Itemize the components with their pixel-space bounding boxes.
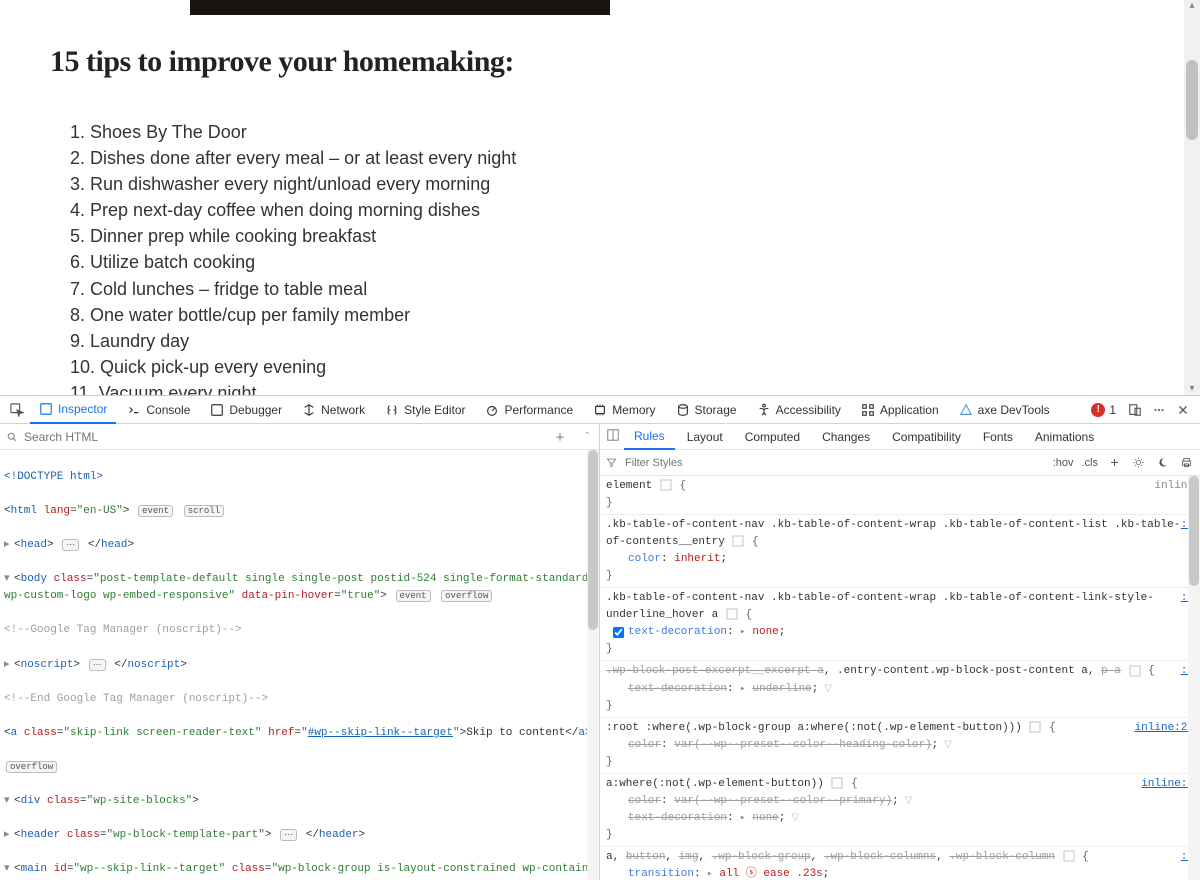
tab-inspector[interactable]: Inspector [30, 396, 116, 424]
list-item: Run dishwasher every night/unload every … [70, 171, 1150, 197]
rule-root-where[interactable]: inline:24 :root :where(.wp-block-group a… [600, 718, 1200, 774]
list-item: One water bottle/cup per family member [70, 302, 1150, 328]
subtab-fonts[interactable]: Fonts [973, 424, 1023, 450]
rules-scrollbar[interactable]: ▴ [1188, 476, 1200, 880]
funnel-icon[interactable]: ▽ [944, 738, 952, 754]
eyedropper-button[interactable] [575, 428, 593, 446]
hero-image [190, 0, 610, 15]
dark-mode-icon[interactable] [1154, 455, 1170, 471]
tab-accessibility[interactable]: Accessibility [748, 396, 850, 424]
subtab-rules[interactable]: Rules [624, 424, 675, 450]
subtab-compatibility[interactable]: Compatibility [882, 424, 971, 450]
inspector-markup-panel: <!DOCTYPE html> <html lang="en-US"> even… [0, 424, 600, 880]
tab-style-editor[interactable]: Style Editor [376, 396, 474, 424]
list-item: Dishes done after every meal – or at lea… [70, 145, 1150, 171]
rule-a-transition[interactable]: :2 a, button, img, .wp-block-group, .wp-… [600, 847, 1200, 880]
html-search-bar [0, 424, 599, 450]
filter-styles-input[interactable] [625, 457, 1045, 469]
subtab-layout[interactable]: Layout [677, 424, 733, 450]
list-item: Laundry day [70, 328, 1150, 354]
scrollbar-thumb[interactable] [1189, 476, 1199, 586]
scroll-down-arrow[interactable]: ▾ [1186, 383, 1198, 395]
rule-kb-underline-hover[interactable]: :2 .kb-table-of-content-nav .kb-table-of… [600, 588, 1200, 661]
light-mode-icon[interactable] [1130, 455, 1146, 471]
decl-checkbox[interactable] [613, 627, 624, 638]
add-rule-button[interactable] [1106, 455, 1122, 471]
add-node-button[interactable] [551, 428, 569, 446]
webpage-viewport: 15 tips to improve your homemaking: Shoe… [0, 0, 1200, 395]
error-counter[interactable]: !1 [1091, 403, 1116, 417]
list-item: Cold lunches – fridge to table meal [70, 276, 1150, 302]
tab-application[interactable]: Application [852, 396, 948, 424]
scrollbar-thumb[interactable] [588, 450, 598, 630]
search-html-input[interactable] [24, 430, 545, 444]
styles-subtabs: Rules Layout Computed Changes Compatibil… [600, 424, 1200, 450]
list-item: Quick pick-up every evening [70, 354, 1150, 380]
tips-list: Shoes By The Door Dishes done after ever… [70, 119, 1150, 395]
html-tree[interactable]: <!DOCTYPE html> <html lang="en-US"> even… [0, 450, 599, 880]
tab-memory[interactable]: Memory [584, 396, 664, 424]
tab-performance[interactable]: Performance [476, 396, 582, 424]
rule-a-where[interactable]: inline:2 a:where(:not(.wp-element-button… [600, 774, 1200, 847]
funnel-icon[interactable]: ▽ [791, 811, 799, 827]
page-scrollbar[interactable]: ▴ ▾ [1184, 0, 1200, 395]
subtab-animations[interactable]: Animations [1025, 424, 1104, 450]
styles-toolbar: :hov .cls [600, 450, 1200, 476]
kebab-menu-button[interactable] [1148, 399, 1170, 421]
rule-element-inline[interactable]: inline element {} [600, 476, 1200, 515]
subtab-computed[interactable]: Computed [735, 424, 810, 450]
list-item: Dinner prep while cooking breakfast [70, 223, 1150, 249]
tab-debugger[interactable]: Debugger [201, 396, 291, 424]
search-icon [6, 431, 18, 443]
layout-grid-toggle[interactable] [604, 428, 622, 445]
rule-kb-entry[interactable]: :2 .kb-table-of-content-nav .kb-table-of… [600, 515, 1200, 588]
inspector-styles-panel: Rules Layout Computed Changes Compatibil… [600, 424, 1200, 880]
scroll-up-arrow[interactable]: ▴ [1186, 0, 1198, 12]
list-item: Shoes By The Door [70, 119, 1150, 145]
funnel-icon[interactable]: ▽ [824, 682, 832, 698]
pick-element-button[interactable] [6, 399, 28, 421]
css-rules-view[interactable]: inline element {} :2 .kb-table-of-conten… [600, 476, 1200, 880]
tab-storage[interactable]: Storage [667, 396, 746, 424]
error-badge-icon: ! [1091, 403, 1105, 417]
list-item: Vacuum every night [70, 380, 1150, 395]
print-media-icon[interactable] [1178, 455, 1194, 471]
rule-entry-content-a[interactable]: :2 .wp-block-post-excerpt__excerpt a, .e… [600, 661, 1200, 717]
tab-console[interactable]: Console [118, 396, 199, 424]
tab-network[interactable]: Network [293, 396, 374, 424]
article-heading: 15 tips to improve your homemaking: [50, 45, 1150, 79]
close-devtools-button[interactable] [1172, 399, 1194, 421]
list-item: Utilize batch cooking [70, 249, 1150, 275]
markup-scrollbar[interactable] [587, 450, 599, 880]
list-item: Prep next-day coffee when doing morning … [70, 197, 1150, 223]
scrollbar-thumb[interactable] [1186, 60, 1198, 140]
hov-toggle[interactable]: :hov [1053, 457, 1074, 469]
cls-toggle[interactable]: .cls [1082, 457, 1099, 469]
tab-axe-devtools[interactable]: axe DevTools [950, 396, 1059, 424]
funnel-icon[interactable]: ▽ [905, 794, 913, 810]
subtab-changes[interactable]: Changes [812, 424, 880, 450]
devtools-panel: Inspector Console Debugger Network Style… [0, 395, 1200, 880]
devtools-toolbar: Inspector Console Debugger Network Style… [0, 396, 1200, 424]
funnel-icon [606, 457, 617, 468]
responsive-mode-button[interactable] [1124, 399, 1146, 421]
